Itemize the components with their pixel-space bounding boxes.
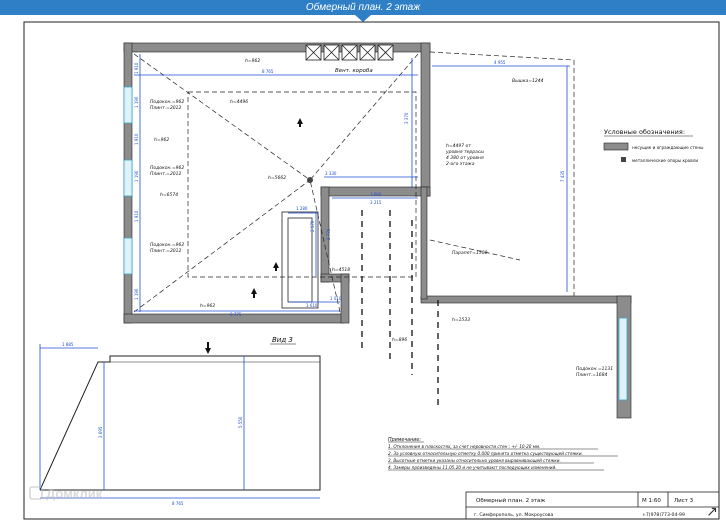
vid-dim-height-2: 5 550 (238, 416, 243, 428)
label-pod-2b: Плинт.=2012 (150, 171, 182, 177)
notes-title: Примечание: (388, 437, 421, 443)
legend-swatch-support (621, 157, 626, 162)
label-pod-3a: Подокон.=962 (150, 242, 184, 248)
label-h6: h=4518 (332, 267, 350, 273)
share-icon[interactable]: ↗ (704, 504, 720, 520)
dim-left-4: 1 190 (134, 170, 139, 182)
window-left-2 (123, 159, 133, 197)
legend-item-wall: несущие и ограждающие стены (632, 145, 703, 150)
label-h7: h=962 (200, 303, 215, 309)
label-h4: h=962 (154, 137, 169, 143)
wall-inner-v (340, 273, 350, 324)
label-h896: h=896 (392, 337, 407, 343)
dim-lower-h: 2 770 (326, 228, 331, 240)
dim-alcove-w: 1 280 (296, 206, 308, 211)
window-left-3 (123, 237, 133, 275)
wall-terrace-h (420, 295, 632, 304)
window-right (618, 317, 628, 401)
label-vyshka: Вышка=1244 (512, 78, 544, 84)
label-pod-1b: Плинт.=2012 (150, 105, 182, 111)
stamp-address: г. Симферополь, ул. Мокроусова (474, 512, 553, 518)
label-terrace-1: h=4497 от (446, 143, 471, 149)
label-terrace-3: 4 380 от уровня (446, 155, 484, 161)
dim-left-6: 1 190 (134, 288, 139, 300)
label-pod-2a: Подокон.=962 (150, 165, 184, 171)
legend-title: Условные обозначения: (604, 128, 685, 136)
label-h1: h=962 (245, 58, 260, 64)
stamp-title: Обмерный план. 2 этаж (476, 497, 545, 504)
dim-alcove-h: 2 570 (310, 220, 315, 232)
title-stamp: Обмерный план. 2 этаж М 1:60 Лист 3 г. С… (474, 497, 694, 518)
stamp-phone: +7(978)773-04-99 (642, 512, 685, 518)
label-h3: h=5662 (268, 175, 286, 181)
label-h2: h=4496 (230, 99, 248, 105)
dimension-texts: 8 765 6 775 1 610 3 330 3 660 3 215 1 28… (62, 60, 565, 506)
label-h-terrace: h=1533 (452, 317, 470, 323)
label-pod-1a: Подокон.=962 (150, 99, 184, 105)
vid-3-title: Вид 3 (272, 336, 293, 344)
wall-right-lower (420, 186, 428, 300)
note-line-3: 3. Высотные отметки указаны относительно… (388, 458, 561, 463)
vid-dim-top: 1 885 (62, 342, 74, 347)
label-pod-r-b: Плинт.=1684 (576, 372, 608, 378)
label-pod-3b: Плинт.=2012 (150, 248, 182, 254)
vid-3-drawing (39, 355, 321, 491)
dim-left-5: 1 910 (134, 210, 139, 222)
legend-item-support: металлические опоры кровли (632, 158, 698, 163)
note-line-1: 1. Отклонения в плоскостях, за счет неро… (388, 444, 540, 449)
label-vent: Вент. короба (335, 68, 373, 74)
vid-dim-bottom: 8 765 (172, 501, 184, 506)
dim-mid-2: 3 660 (370, 192, 382, 197)
stamp-scale: М 1:60 (642, 498, 661, 504)
label-h5: h=6574 (160, 192, 178, 198)
stamp-sheet: Лист 3 (674, 498, 694, 504)
note-line-4: 4. Замеры произведены 11.05.20 и не учит… (388, 465, 557, 470)
label-terrace-4: 2-ого этажа (446, 161, 475, 167)
roof-lines (133, 51, 575, 313)
label-pod-r-a: Подокон.=1131 (576, 366, 613, 372)
legend-swatch-wall (603, 142, 629, 151)
window-left-1 (123, 86, 133, 124)
vid-dim-height-1: 3 695 (98, 426, 103, 438)
dim-wall-right: 3 370 (404, 112, 409, 124)
vent-boxes (305, 44, 394, 61)
note-line-2: 2. За условную относительную отметку 0.0… (388, 451, 583, 456)
floor-plan-drawing: Вент. короба h=962 h=4496 h=5662 h=962 h… (23, 21, 720, 520)
dim-bottom-left: 1 610 (306, 303, 318, 308)
label-parapet: Парапет=1500 (452, 250, 487, 256)
dim-terrace-right: 7 435 (560, 170, 565, 182)
dim-mid-1: 3 330 (325, 171, 337, 176)
vid-3-outline (39, 355, 321, 491)
dim-top-width: 8 765 (262, 69, 274, 74)
label-terrace-2: уровня террасы (445, 150, 484, 155)
dim-left-3: 1 910 (134, 133, 139, 145)
notes: Примечание: 1. Отклонения в плоскостях, … (388, 437, 583, 470)
dim-mid-3: 3 215 (370, 200, 382, 205)
vid-3-dimensions (39, 344, 320, 499)
dim-left-1: 1 910 (134, 62, 139, 74)
plan-texts: Вент. короба h=962 h=4496 h=5662 h=962 h… (150, 58, 613, 378)
watermark-text: Домклик (46, 486, 103, 501)
dim-left-2: 1 190 (134, 96, 139, 108)
wall-right-upper (420, 42, 431, 197)
dimension-lines (134, 54, 570, 312)
dim-terrace-top: 4 955 (494, 60, 506, 65)
roof-support-pole (307, 177, 313, 183)
windows (123, 86, 628, 401)
dim-bottom-width: 6 775 (230, 312, 242, 317)
dim-lower-w: 1 010 (330, 296, 342, 301)
